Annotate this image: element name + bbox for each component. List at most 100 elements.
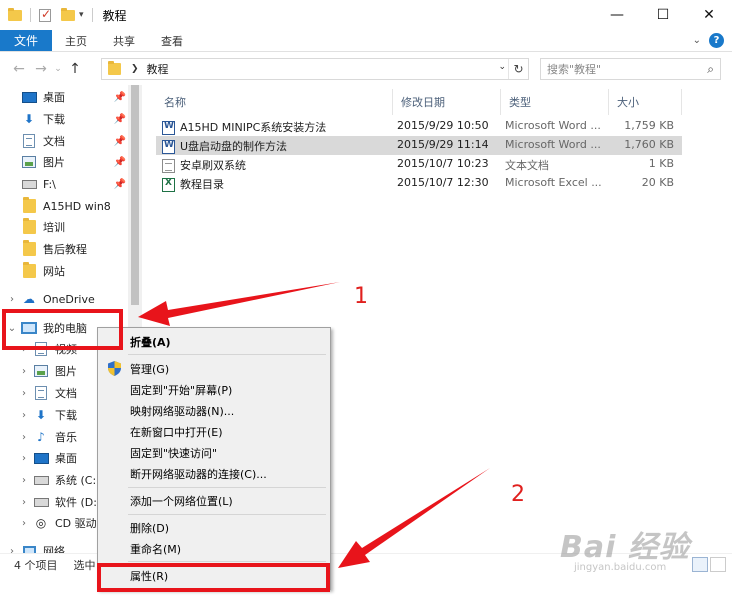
desktop-icon [21, 90, 37, 104]
status-item-count: 4 个项目 [14, 558, 58, 572]
file-row[interactable]: A15HD MINIPC系统安装方法 2015/9/29 10:50 Micro… [156, 117, 682, 136]
nav-item-a15hd-win8[interactable]: A15HD win8 [0, 195, 128, 217]
ribbon-tabs: 文件 主页 共享 查看 ⌄ ? [0, 30, 732, 52]
cloud-icon: ☁ [23, 292, 35, 306]
annotation-number-2: 2 [511, 482, 525, 507]
menu-separator [128, 354, 326, 355]
nav-item-documents[interactable]: 文档 📌 [0, 130, 128, 152]
address-dropdown-icon[interactable]: ⌄ [498, 62, 506, 72]
refresh-icon[interactable]: ↻ [508, 59, 528, 79]
qat-dropdown-icon[interactable]: ▾ [79, 10, 84, 20]
search-icon: ⌕ [707, 62, 714, 76]
nav-item-after-sales[interactable]: 售后教程 [0, 238, 128, 260]
nav-item-desktop[interactable]: 桌面 📌 [0, 86, 128, 108]
nav-item-onedrive[interactable]: › ☁ OneDrive [0, 288, 128, 310]
column-header-date[interactable]: 修改日期 [393, 89, 501, 115]
recent-dropdown-icon[interactable]: ⌄ [52, 64, 64, 74]
folder-icon [21, 218, 37, 234]
maximize-button[interactable]: ☐ [640, 0, 686, 30]
pin-icon: 📌 [113, 91, 126, 103]
word-icon [162, 121, 175, 135]
column-header-type[interactable]: 类型 [501, 89, 609, 115]
tab-view[interactable]: 查看 [148, 30, 196, 51]
folder-icon [21, 240, 37, 256]
search-placeholder: 搜索"教程" [547, 63, 602, 76]
file-row-selected[interactable]: U盘启动盘的制作方法 2015/9/29 11:14 Microsoft Wor… [156, 136, 682, 155]
close-button[interactable]: ✕ [686, 0, 732, 30]
download-arrow-icon: ⬇ [35, 408, 47, 422]
tab-file[interactable]: 文件 [0, 30, 52, 51]
quick-access-toolbar: ▾ [0, 7, 97, 22]
watermark-sub: jingyan.baidu.com [574, 562, 667, 573]
tab-share[interactable]: 共享 [100, 30, 148, 51]
drive-icon [21, 177, 37, 191]
menu-item-pin-start[interactable]: 固定到"开始"屏幕(P) [100, 379, 328, 400]
uac-shield-icon [108, 361, 121, 376]
title-bar: ▾ 教程 — ☐ ✕ [0, 0, 732, 30]
nav-item-downloads[interactable]: ⬇ 下载 📌 [0, 108, 128, 130]
pin-icon: 📌 [113, 135, 126, 147]
nav-scrollbar-thumb[interactable] [131, 85, 139, 305]
address-bar[interactable]: ❯ 教程 ⌄ ↻ [101, 58, 529, 80]
menu-item-map-drive[interactable]: 映射网络驱动器(N)... [100, 400, 328, 421]
nav-item-f-drive[interactable]: F:\ 📌 [0, 173, 128, 195]
breadcrumb-separator-icon[interactable]: ❯ [131, 64, 139, 74]
column-header-name[interactable]: 名称 [156, 89, 393, 115]
column-header-size[interactable]: 大小 [609, 89, 682, 115]
picture-icon [21, 155, 37, 169]
desktop-icon [33, 451, 49, 465]
annotation-box-this-pc [2, 309, 123, 350]
breadcrumb-current[interactable]: 教程 [147, 61, 169, 77]
menu-separator [128, 487, 326, 488]
menu-item-rename[interactable]: 重命名(M) [100, 538, 328, 559]
pin-icon: 📌 [113, 113, 126, 125]
up-arrow-icon[interactable]: ↑ [64, 61, 86, 77]
qat-divider [30, 8, 31, 22]
help-icon[interactable]: ? [709, 33, 724, 48]
forward-arrow-icon[interactable]: → [30, 61, 52, 77]
folder-icon [21, 197, 37, 213]
properties-check-icon[interactable] [39, 7, 51, 22]
context-menu: 折叠(A) 管理(G) 固定到"开始"屏幕(P) 映射网络驱动器(N)... 在… [97, 327, 331, 590]
cd-drive-icon: ◎ [35, 516, 47, 530]
nav-item-pictures[interactable]: 图片 📌 [0, 151, 128, 173]
new-folder-icon[interactable] [61, 7, 75, 21]
document-icon [21, 134, 37, 148]
watermark-main: Bai 经验 [560, 530, 690, 565]
menu-separator [128, 561, 326, 562]
search-input[interactable]: 搜索"教程" ⌕ [540, 58, 721, 80]
folder-icon [108, 61, 121, 75]
file-row[interactable]: 安卓刷双系统 2015/10/7 10:23 文本文档 1 KB [156, 155, 682, 174]
picture-icon [33, 364, 49, 378]
document-icon [33, 386, 49, 400]
pin-icon: 📌 [113, 178, 126, 190]
network-icon [21, 544, 37, 553]
annotation-number-1: 1 [354, 284, 368, 309]
tab-home[interactable]: 主页 [52, 30, 100, 51]
drive-icon [33, 473, 49, 487]
excel-icon [162, 178, 175, 192]
nav-item-website[interactable]: 网站 [0, 260, 128, 282]
menu-separator [128, 514, 326, 515]
back-arrow-icon[interactable]: ← [8, 61, 30, 77]
baidu-jingyan-watermark: Bai 经验 jingyan.baidu.com [560, 522, 720, 582]
menu-item-add-network-location[interactable]: 添加一个网络位置(L) [100, 490, 328, 511]
menu-item-open-new-window[interactable]: 在新窗口中打开(E) [100, 421, 328, 442]
minimize-button[interactable]: — [594, 0, 640, 30]
folder-icon [21, 262, 37, 278]
qat-divider [91, 8, 93, 22]
file-row[interactable]: 教程目录 2015/10/7 12:30 Microsoft Excel ...… [156, 174, 682, 193]
ribbon-right: ⌄ ? [693, 33, 724, 48]
menu-item-disconnect-drive[interactable]: 断开网络驱动器的连接(C)... [100, 463, 328, 484]
expand-ribbon-chevron-icon[interactable]: ⌄ [693, 35, 701, 46]
nav-item-training[interactable]: 培训 [0, 216, 128, 238]
menu-item-collapse[interactable]: 折叠(A) [100, 331, 328, 352]
music-note-icon: ♪ [37, 430, 45, 444]
annotation-box-properties [97, 563, 330, 592]
menu-item-delete[interactable]: 删除(D) [100, 517, 328, 538]
window-title: 教程 [102, 8, 127, 23]
menu-item-manage[interactable]: 管理(G) [100, 358, 328, 379]
expand-chevron-icon[interactable]: › [6, 294, 18, 305]
menu-item-pin-quick-access[interactable]: 固定到"快速访问" [100, 442, 328, 463]
word-icon [162, 140, 175, 154]
